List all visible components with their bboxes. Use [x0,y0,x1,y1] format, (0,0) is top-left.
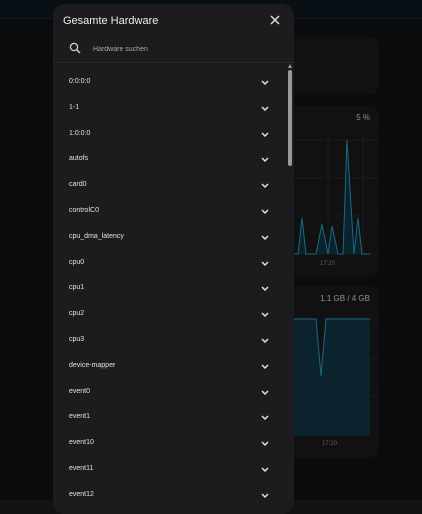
search-field[interactable] [61,36,285,60]
close-button[interactable] [268,13,282,27]
hardware-list-item[interactable]: cpu2 [53,302,286,328]
hardware-item-label: event10 [69,439,94,447]
search-input[interactable] [91,39,285,59]
divider [53,62,294,63]
hardware-list-item[interactable]: cpu1 [53,276,286,302]
chevron-down-icon [261,235,269,240]
dialog-title: Gesamte Hardware [63,15,159,27]
hardware-item-label: 0:0:0:0 [69,78,91,85]
chevron-down-icon [261,467,269,473]
chevron-down-icon [261,415,269,421]
chevron-down-icon [261,132,269,137]
hardware-item-label: 1:0:0:0 [69,129,91,137]
chevron-down-icon [261,441,269,447]
hardware-list-item[interactable]: event1 [53,405,286,431]
chevron-down-icon [261,157,269,163]
hardware-item-label: event12 [69,490,94,498]
search-icon [69,42,81,54]
chevron-down-icon [261,312,269,318]
hardware-item-label: controlC0 [69,207,99,214]
hardware-item-label: autofs [69,155,89,163]
scroll-up-arrow-icon[interactable] [288,64,292,68]
chevron-down-icon [261,286,269,292]
hardware-item-label: card0 [69,181,87,189]
hardware-list-item[interactable]: controlC0 [53,199,286,225]
hardware-list-item[interactable]: event11 [53,457,286,483]
hardware-list-item[interactable]: autofs [53,147,286,173]
chevron-down-icon [261,390,269,395]
chevron-down-icon [261,80,269,86]
hardware-item-label: cpu1 [69,284,85,292]
hardware-item-label: event1 [69,413,91,421]
close-icon [270,15,280,25]
hardware-item-label: 1-1 [69,103,80,111]
hardware-list-item[interactable]: 0:0:0:0 [53,70,286,96]
scrollbar[interactable] [287,64,293,514]
hardware-list-item[interactable]: event0 [53,380,286,406]
all-hardware-dialog: Gesamte Hardware 0:0:0:0 1-1 1:0:0:0 autofs… [53,4,294,514]
chevron-down-icon [261,493,269,498]
hardware-item-label: cpu_dma_latency [69,232,124,240]
hardware-list-item[interactable]: device-mapper [53,354,286,380]
hardware-list-item[interactable]: event10 [53,431,286,457]
chevron-down-icon [261,261,269,266]
scrollbar-thumb[interactable] [288,70,292,166]
hardware-list-item[interactable]: cpu0 [53,251,286,277]
hardware-item-label: cpu3 [69,336,85,343]
hardware-list-item[interactable]: cpu_dma_latency [53,225,286,251]
chevron-down-icon [261,183,269,189]
chevron-down-icon [261,106,269,111]
hardware-list-item[interactable]: 1-1 [53,96,286,122]
hardware-item-label: event11 [69,465,94,472]
hardware-item-label: cpu2 [69,310,85,318]
hardware-item-label: cpu0 [69,258,85,266]
hardware-item-label: device-mapper [69,361,116,369]
chevron-down-icon [261,338,269,344]
hardware-list-item[interactable]: cpu3 [53,328,286,354]
hardware-list-item[interactable]: event12 [53,483,286,509]
chevron-down-icon [261,209,269,215]
hardware-item-label: event0 [69,387,91,395]
hardware-list-item[interactable]: 1:0:0:0 [53,122,286,148]
chevron-down-icon [261,364,269,369]
hardware-list-item[interactable]: card0 [53,173,286,199]
